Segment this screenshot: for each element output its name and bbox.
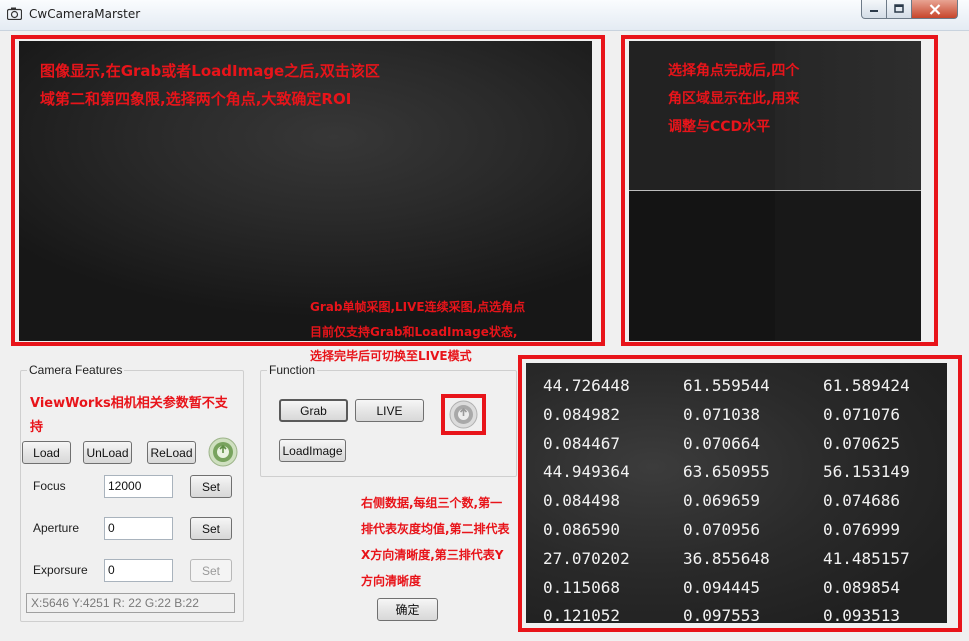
maximize-button[interactable] <box>887 0 912 19</box>
data-cell: 0.121052 <box>543 606 621 623</box>
note-line: Grab单帧采图,LIVE连续采图,点选角点 <box>310 300 526 314</box>
data-row: 0.115068 0.094445 0.089854 <box>543 574 947 603</box>
data-cell: 0.097553 <box>683 606 761 623</box>
close-icon <box>929 3 940 15</box>
data-cell: 0.070625 <box>823 433 901 453</box>
data-cell: 0.093513 <box>823 606 901 623</box>
function-title: Function <box>267 363 318 377</box>
grab-button[interactable]: Grab <box>279 399 348 422</box>
data-row: 44.726448 61.559544 61.589424 <box>543 372 947 401</box>
aperture-input[interactable]: 0 <box>104 517 173 540</box>
note-line: 角区域显示在此,用来 <box>668 91 800 107</box>
image-display-note: 图像显示,在Grab或者LoadImage之后,双击该区 域第二和第四象限,选择… <box>40 57 380 113</box>
note-line: ViewWorks相机相关参数暂不支 <box>30 396 228 411</box>
note-line: 域第二和第四象限,选择两个角点,大致确定ROI <box>40 90 352 108</box>
data-cell: 0.115068 <box>543 577 621 597</box>
data-cell: 0.084467 <box>543 433 621 453</box>
note-line: X方向清晰度,第三排代表Y <box>361 548 504 562</box>
note-line: 选择角点完成后,四个 <box>668 63 800 79</box>
unload-button[interactable]: UnLoad <box>83 441 132 464</box>
roi-quadrant-display[interactable]: 选择角点完成后,四个 角区域显示在此,用来 调整与CCD水平 <box>629 41 921 341</box>
confirm-button[interactable]: 确定 <box>377 598 438 621</box>
data-cell: 61.559544 <box>683 376 770 395</box>
close-button[interactable] <box>912 0 958 19</box>
data-row: 0.084467 0.070664 0.070625 <box>543 430 947 459</box>
note-line: 图像显示,在Grab或者LoadImage之后,双击该区 <box>40 62 380 80</box>
data-cell: 0.084498 <box>543 491 621 511</box>
camera-features-note: ViewWorks相机相关参数暂不支 持 <box>30 392 228 440</box>
exposure-set-button[interactable]: Set <box>190 559 232 582</box>
camera-status-icon <box>208 437 238 467</box>
roi-note: 选择角点完成后,四个 角区域显示在此,用来 调整与CCD水平 <box>668 57 799 141</box>
focus-label: Focus <box>33 479 66 493</box>
data-cell: 44.949364 <box>543 462 630 482</box>
image-display[interactable]: 图像显示,在Grab或者LoadImage之后,双击该区 域第二和第四象限,选择… <box>19 41 592 341</box>
note-line: 右侧数据,每组三个数,第一 <box>361 496 503 510</box>
pixel-info-bar: X:5646 Y:4251 R: 22 G:22 B:22 <box>26 593 235 613</box>
window-controls <box>861 0 958 19</box>
data-cell: 0.086590 <box>543 519 621 539</box>
focus-input[interactable]: 12000 <box>104 475 173 498</box>
note-line: 调整与CCD水平 <box>668 119 771 135</box>
aperture-label: Aperture <box>33 521 80 535</box>
sharpness-data-display: 44.726448 61.559544 61.589424 0.084982 0… <box>526 363 947 623</box>
data-cell: 0.069659 <box>683 491 761 511</box>
data-cell: 56.153149 <box>823 462 910 482</box>
data-cell: 27.070202 <box>543 548 630 568</box>
roi-quadrant-4 <box>775 191 921 341</box>
focus-set-button[interactable]: Set <box>190 475 232 498</box>
live-status-icon <box>449 400 478 429</box>
note-line: 方向清晰度 <box>361 574 422 588</box>
note-line: 排代表灰度均值,第二排代表 <box>361 522 510 536</box>
maximize-icon <box>894 4 904 13</box>
title-bar: CwCameraMarster <box>0 0 969 31</box>
data-cell: 0.071076 <box>823 404 901 424</box>
note-line: 持 <box>30 420 44 435</box>
data-cell: 0.089854 <box>823 577 901 597</box>
reload-button[interactable]: ReLoad <box>147 441 196 464</box>
load-button[interactable]: Load <box>22 441 71 464</box>
data-cell: 0.070956 <box>683 519 761 539</box>
roi-quadrant-3 <box>629 191 775 341</box>
note-line: 目前仅支持Grab和LoadImage状态, <box>310 325 518 339</box>
roi-horizontal-line <box>629 190 921 191</box>
data-explanation-note: 右侧数据,每组三个数,第一 排代表灰度均值,第二排代表 X方向清晰度,第三排代表… <box>361 490 510 594</box>
grab-live-note-tail: 选择完毕后可切换至LIVE模式 <box>310 349 472 363</box>
data-cell: 44.726448 <box>543 376 630 395</box>
data-cell: 0.074686 <box>823 491 901 511</box>
data-cell: 0.070664 <box>683 433 761 453</box>
data-cell: 0.071038 <box>683 404 761 424</box>
data-grid: 44.726448 61.559544 61.589424 0.084982 0… <box>543 372 947 623</box>
data-row: 0.084982 0.071038 0.071076 <box>543 401 947 430</box>
minimize-icon <box>870 10 878 12</box>
data-row: 0.086590 0.070956 0.076999 <box>543 516 947 545</box>
data-cell: 61.589424 <box>823 376 910 395</box>
grab-live-note: Grab单帧采图,LIVE连续采图,点选角点 目前仅支持Grab和LoadIma… <box>310 295 525 341</box>
exposure-label: Exporsure <box>33 563 88 577</box>
window-title: CwCameraMarster <box>29 7 141 21</box>
data-cell: 0.076999 <box>823 519 901 539</box>
loadimage-button[interactable]: LoadImage <box>279 439 346 462</box>
data-row: 0.121052 0.097553 0.093513 <box>543 602 947 623</box>
data-row: 0.084498 0.069659 0.074686 <box>543 487 947 516</box>
data-row: 44.949364 63.650955 56.153149 <box>543 458 947 487</box>
data-cell: 36.855648 <box>683 548 770 568</box>
camera-features-title: Camera Features <box>27 363 125 377</box>
data-row: 27.070202 36.855648 41.485157 <box>543 545 947 574</box>
data-cell: 0.084982 <box>543 404 621 424</box>
data-cell: 41.485157 <box>823 548 910 568</box>
live-button[interactable]: LIVE <box>355 399 424 422</box>
aperture-set-button[interactable]: Set <box>190 517 232 540</box>
data-cell: 63.650955 <box>683 462 770 482</box>
camera-icon <box>7 7 22 20</box>
minimize-button[interactable] <box>861 0 887 19</box>
data-cell: 0.094445 <box>683 577 761 597</box>
exposure-input[interactable]: 0 <box>104 559 173 582</box>
